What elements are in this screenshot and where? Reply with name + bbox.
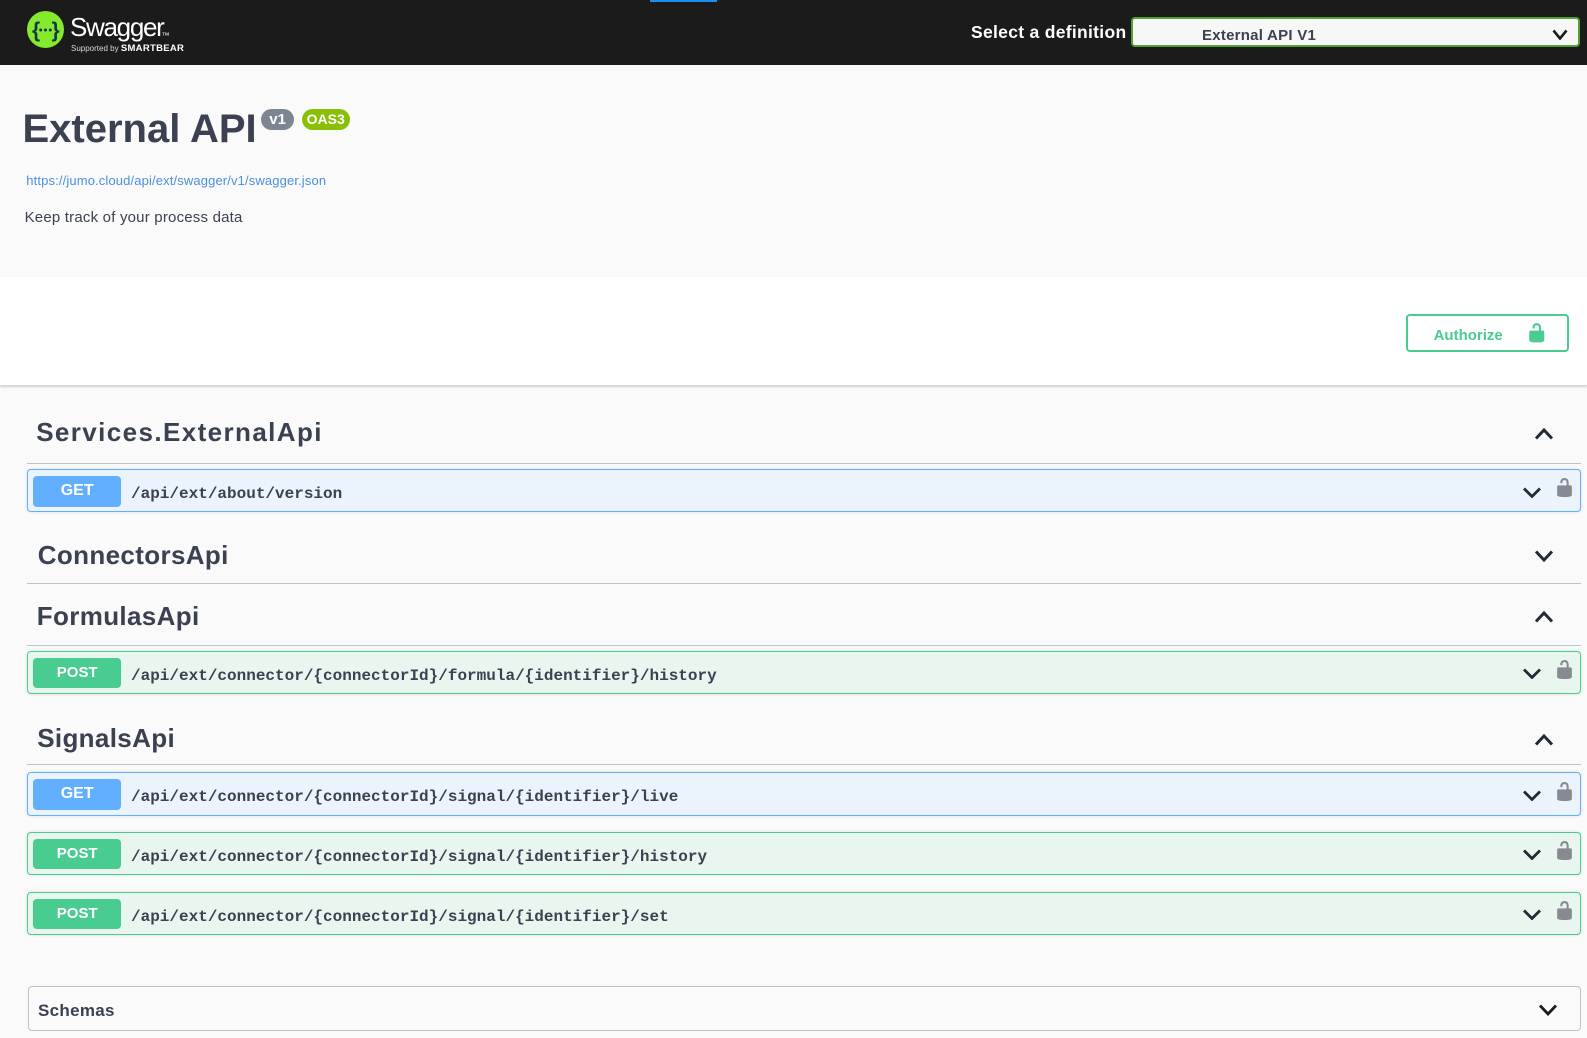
svg-text:{: { <box>32 19 40 42</box>
svg-text:}: } <box>52 19 60 42</box>
